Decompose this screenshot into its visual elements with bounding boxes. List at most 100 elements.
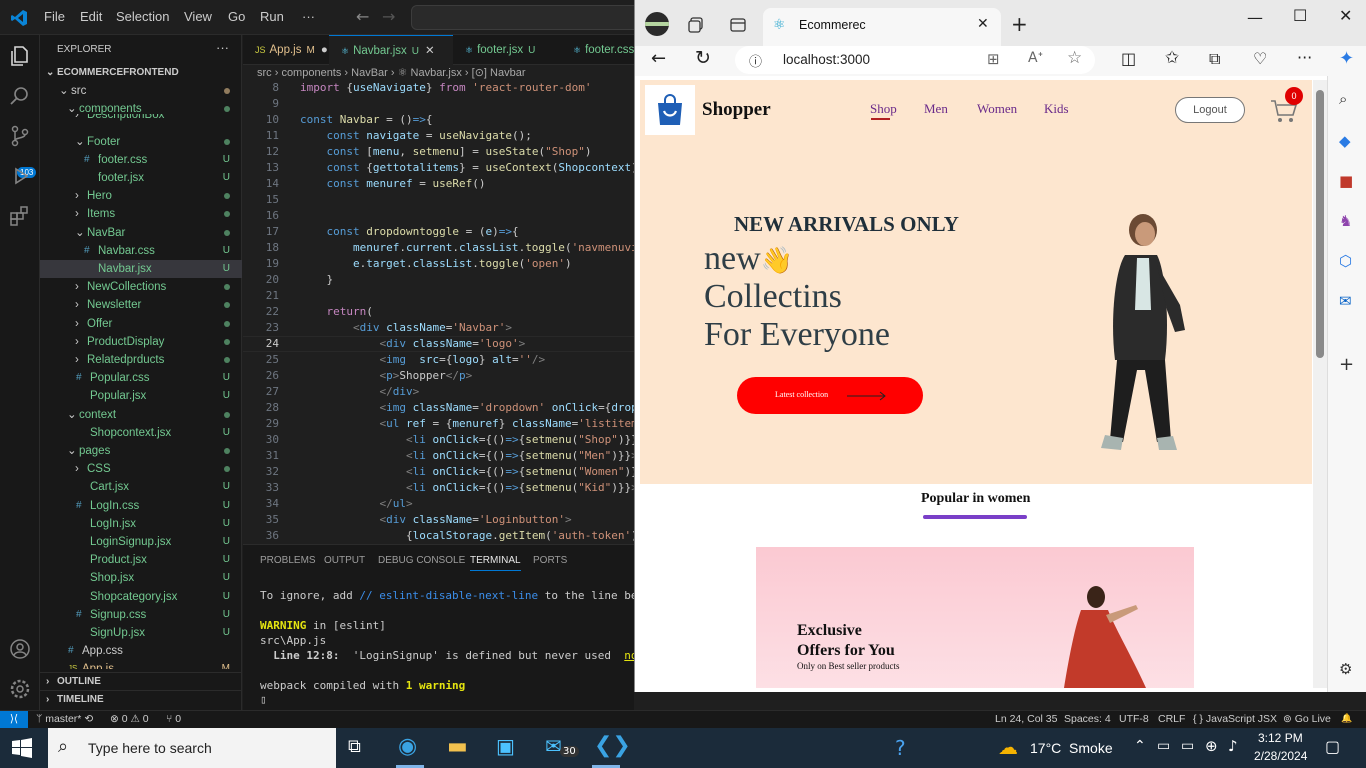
tree-item-popular-jsx[interactable]: Popular.jsx U <box>40 387 242 405</box>
help-icon[interactable]: ? <box>895 736 906 760</box>
new-tab-icon[interactable]: + <box>1011 12 1028 36</box>
logout-button[interactable]: Logout <box>1175 97 1245 123</box>
notifications-bell-icon[interactable]: 🔔 <box>1341 713 1352 724</box>
tree-item-login-css[interactable]: # LogIn.css U <box>40 497 242 515</box>
taskbar-search[interactable]: ⌕ Type here to search <box>48 728 336 768</box>
tab-actions-icon[interactable] <box>729 16 747 34</box>
tree-item-footer-jsx[interactable]: footer.jsx U <box>40 169 242 187</box>
sidebar-search-icon[interactable]: ⌕ <box>1339 90 1347 108</box>
settings-more-icon[interactable]: ··· <box>1297 48 1312 67</box>
sidebar-tools-icon[interactable]: ■ <box>1339 172 1353 190</box>
tree-item-newcollections[interactable]: › NewCollections <box>40 278 242 296</box>
shop-logo[interactable] <box>645 85 695 135</box>
microsoft-store-icon[interactable]: ▣ <box>496 734 515 758</box>
tree-item-app-css[interactable]: # App.css <box>40 642 242 660</box>
breadcrumb[interactable]: src › components › NavBar › ⚛ Navbar.jsx… <box>243 65 634 82</box>
info-icon[interactable]: ⓘ <box>749 51 762 70</box>
indentation[interactable]: Spaces: 4 <box>1064 713 1111 725</box>
url-text[interactable]: localhost:3000 <box>783 52 870 67</box>
explorer-files-icon[interactable] <box>8 44 32 68</box>
code-line[interactable]: e.target.classList.toggle('open') <box>300 256 572 272</box>
tree-item-items[interactable]: › Items <box>40 205 242 223</box>
code-line[interactable]: <div className='Navbar'> <box>300 320 512 336</box>
address-bar[interactable]: ⓘ localhost:3000 ⊞ Aᐩ ☆ <box>735 46 1095 74</box>
code-line[interactable]: <li onClick={()=>{setmenu("Shop")}}> <box>300 432 634 448</box>
back-icon[interactable]: ← <box>651 48 666 69</box>
code-line[interactable]: } <box>300 272 333 288</box>
panel-tab-problems[interactable]: PROBLEMS <box>260 555 316 566</box>
code-line[interactable]: <li onClick={()=>{setmenu("Men")}}>< <box>300 448 634 464</box>
back-arrow-icon[interactable]: ← <box>356 7 369 26</box>
sidebar-shopping-icon[interactable]: ◆ <box>1339 132 1351 150</box>
nav-men[interactable]: Men <box>924 101 948 117</box>
brand-name[interactable]: Shopper <box>702 99 771 121</box>
file-explorer-icon[interactable]: ▬ <box>447 734 468 759</box>
tree-item-hero[interactable]: › Hero <box>40 187 242 205</box>
close-window-icon[interactable]: ✕ <box>1339 6 1352 25</box>
tree-item-footer[interactable]: ⌄ Footer <box>40 133 242 151</box>
split-screen-icon[interactable]: ◫ <box>1121 49 1136 68</box>
favorite-star-icon[interactable]: ☆ <box>1067 48 1082 68</box>
task-view-icon[interactable]: ⧉ <box>348 736 361 757</box>
battery-icon[interactable]: ▭ <box>1181 738 1194 754</box>
extensions-icon[interactable] <box>8 204 32 228</box>
editor-tab-app-js[interactable]: JS App.js M ● <box>243 35 329 65</box>
panel-tab-ports[interactable]: PORTS <box>533 555 567 566</box>
outline-section[interactable]: › OUTLINE <box>40 672 242 690</box>
code-line[interactable]: <img className='dropdown' onClick={dropd <box>300 400 634 416</box>
account-icon[interactable] <box>8 637 32 661</box>
code-line[interactable]: const menuref = useRef() <box>300 176 486 192</box>
code-line[interactable]: const dropdowntoggle = (e)=>{ <box>300 224 519 240</box>
browser-tab-active[interactable]: ⚛ Ecommerec ✕ <box>763 8 1001 46</box>
terminal-cursor[interactable]: ▯ <box>260 693 267 706</box>
code-line[interactable]: const navigate = useNavigate(); <box>300 128 532 144</box>
tree-item-navbar-jsx[interactable]: Navbar.jsx U <box>40 260 242 278</box>
code-line[interactable]: <li onClick={()=>{setmenu("Kid")}}>< <box>300 480 634 496</box>
windows-start-icon[interactable] <box>12 738 32 758</box>
tree-item-loginsignup-jsx[interactable]: LoginSignup.jsx U <box>40 533 242 551</box>
panel-tab-terminal[interactable]: TERMINAL <box>470 555 521 571</box>
weather-text[interactable]: 17°C Smoke <box>1030 740 1113 756</box>
panel-tab-output[interactable]: OUTPUT <box>324 555 365 566</box>
tree-item-relatedprducts[interactable]: › Relatedprducts <box>40 351 242 369</box>
menu-file[interactable]: File <box>44 9 65 24</box>
tree-item-src[interactable]: ⌄ src <box>40 82 242 100</box>
code-line[interactable]: const Navbar = ()=>{ <box>300 112 433 128</box>
code-line[interactable]: import {useNavigate} from 'react-router-… <box>300 82 591 96</box>
menu-view[interactable]: View <box>184 9 212 24</box>
code-line[interactable]: menuref.current.classList.toggle('navmen… <box>300 240 634 256</box>
source-control-icon[interactable] <box>8 124 32 148</box>
command-center[interactable] <box>411 5 641 30</box>
tree-item-signup-jsx[interactable]: SignUp.jsx U <box>40 624 242 642</box>
page-scrollbar[interactable] <box>1313 80 1327 688</box>
code-line[interactable]: {localStorage.getItem('auth-token')? <box>300 528 634 544</box>
menu-go[interactable]: Go <box>228 9 245 24</box>
tree-item-cart-jsx[interactable]: Cart.jsx U <box>40 478 242 496</box>
refresh-icon[interactable]: ↻ <box>695 47 711 69</box>
tree-item-login-jsx[interactable]: LogIn.jsx U <box>40 515 242 533</box>
settings-gear-icon[interactable] <box>8 677 32 701</box>
run-debug-icon[interactable] <box>8 164 32 188</box>
code-editor[interactable]: 8 import {useNavigate} from 'react-router… <box>243 82 634 544</box>
latest-collection-button[interactable]: Latest collection <box>737 377 923 414</box>
sidebar-games-icon[interactable]: ♞ <box>1339 212 1352 230</box>
unsaved-dot-icon[interactable]: ● <box>321 44 328 56</box>
tree-item-popular-css[interactable]: # Popular.css U <box>40 369 242 387</box>
remote-icon[interactable]: ⟩⟨ <box>0 711 28 728</box>
tree-item-signup-css[interactable]: # Signup.css U <box>40 606 242 624</box>
sidebar-settings-icon[interactable]: ⚙ <box>1339 660 1352 678</box>
read-aloud-icon[interactable]: Aᐩ <box>1028 50 1043 66</box>
clock-time[interactable]: 3:12 PM <box>1258 731 1303 745</box>
tree-item-descriptionbox[interactable]: › DescriptionBox <box>40 114 242 124</box>
scrollbar-thumb[interactable] <box>1316 90 1324 358</box>
tree-item-shop-jsx[interactable]: Shop.jsx U <box>40 569 242 587</box>
taskbar-edge-icon[interactable]: ◉ <box>398 734 417 759</box>
code-line[interactable]: <li onClick={()=>{setmenu("Women")}}> <box>300 464 634 480</box>
favorites-icon[interactable]: ✩ <box>1165 48 1179 68</box>
menu-selection[interactable]: Selection <box>116 9 169 24</box>
tree-item-shopcontext-jsx[interactable]: Shopcontext.jsx U <box>40 424 242 442</box>
taskbar-vscode-icon[interactable]: ❮❯ <box>594 733 631 758</box>
cursor-position[interactable]: Ln 24, Col 35 <box>995 713 1057 725</box>
explorer-more-icon[interactable]: ··· <box>216 40 229 55</box>
maximize-icon[interactable]: ☐ <box>1293 6 1307 25</box>
